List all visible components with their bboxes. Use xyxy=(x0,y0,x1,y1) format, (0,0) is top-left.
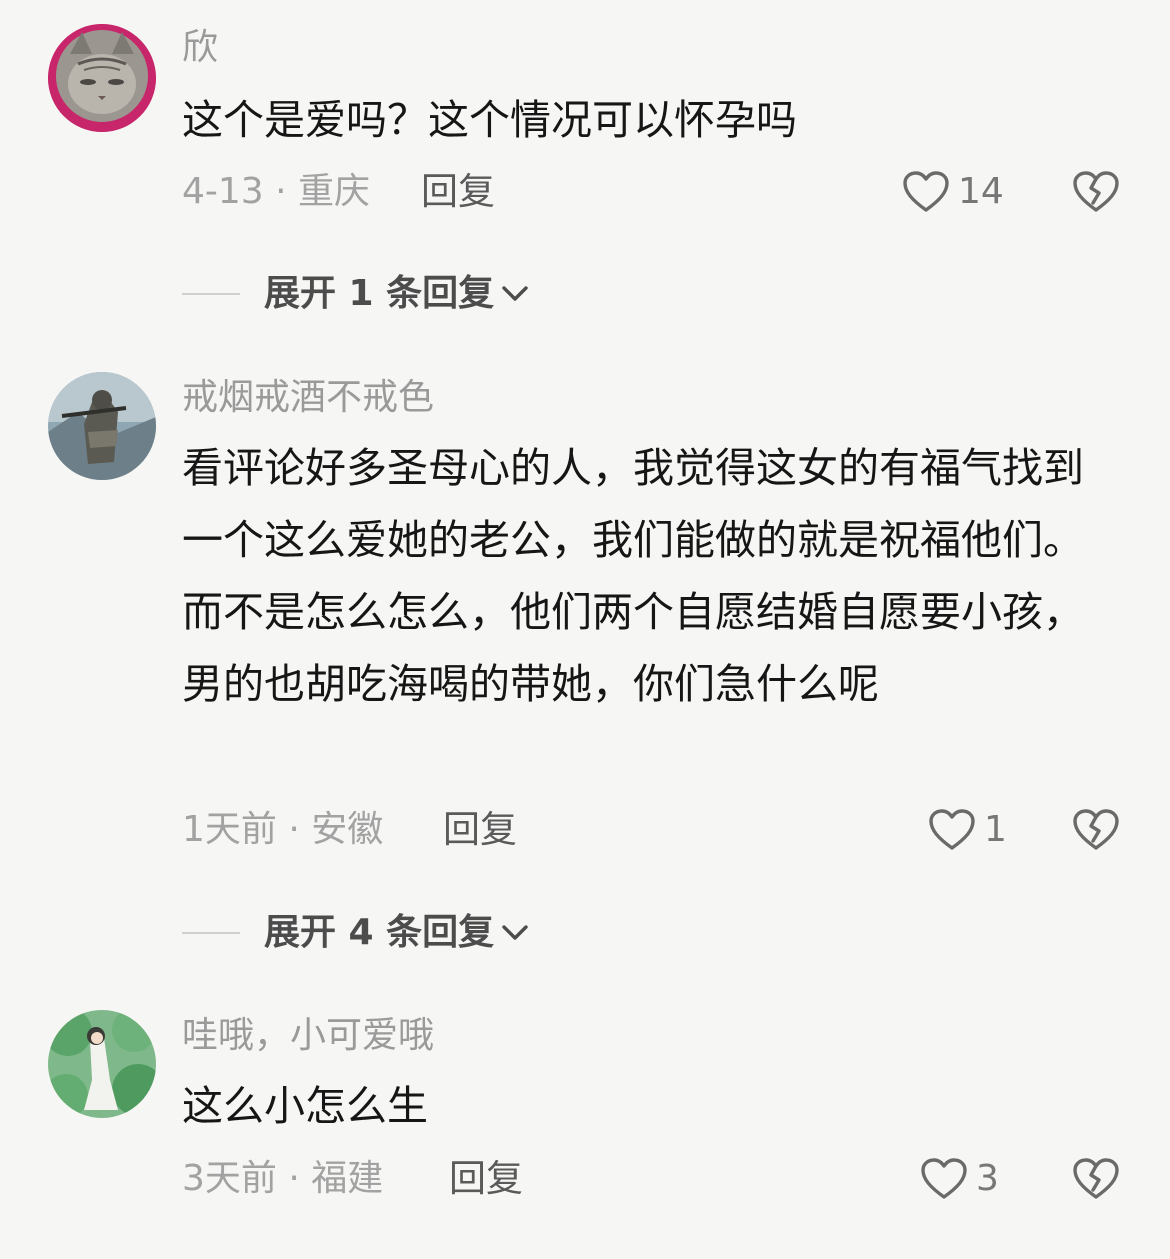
like-button[interactable]: 3 xyxy=(920,1155,999,1203)
divider xyxy=(182,293,240,295)
dislike-button[interactable] xyxy=(1072,1155,1120,1203)
chevron-down-icon xyxy=(502,925,528,940)
comment-meta: 3天前 · 福建 xyxy=(182,1158,384,1199)
broken-heart-icon xyxy=(1073,171,1119,212)
username[interactable]: 欣 xyxy=(182,26,218,70)
expand-replies[interactable]: 展开 4 条回复 xyxy=(182,911,530,955)
dislike-button[interactable] xyxy=(1072,806,1120,854)
like-count: 1 xyxy=(984,809,1007,850)
comment-text: 这个是爱吗？这个情况可以怀孕吗 xyxy=(182,96,797,144)
comment-text: 看评论好多圣母心的人，我觉得这女的有福气找到一个这么爱她的老公，我们能做的就是祝… xyxy=(182,444,1084,708)
like-count: 3 xyxy=(976,1158,999,1199)
reply-button[interactable]: 回复 xyxy=(449,1157,523,1201)
heart-outline-icon xyxy=(921,1158,967,1199)
reply-button[interactable]: 回复 xyxy=(443,808,517,852)
comment-meta: 4-13 · 重庆 xyxy=(182,171,371,212)
chevron-down-icon xyxy=(502,286,528,301)
like-button[interactable]: 1 xyxy=(928,806,1007,854)
divider xyxy=(182,932,240,934)
avatar[interactable] xyxy=(48,1010,156,1118)
username[interactable]: 哇哦，小可爱哦 xyxy=(182,1014,434,1058)
expand-replies-label: 展开 1 条回复 xyxy=(264,273,495,314)
broken-heart-icon xyxy=(1073,809,1119,850)
heart-outline-icon xyxy=(929,809,975,850)
expand-replies-label: 展开 4 条回复 xyxy=(264,912,495,953)
broken-heart-icon xyxy=(1073,1158,1119,1199)
like-count: 14 xyxy=(958,171,1004,212)
expand-replies[interactable]: 展开 1 条回复 xyxy=(182,272,530,316)
username[interactable]: 戒烟戒酒不戒色 xyxy=(182,376,434,420)
comment-text: 这么小怎么生 xyxy=(182,1082,428,1130)
avatar[interactable] xyxy=(48,372,156,480)
avatar[interactable] xyxy=(48,24,156,132)
reply-button[interactable]: 回复 xyxy=(421,170,495,214)
dislike-button[interactable] xyxy=(1072,168,1120,216)
comment-meta: 1天前 · 安徽 xyxy=(182,809,384,850)
like-button[interactable]: 14 xyxy=(902,168,1004,216)
heart-outline-icon xyxy=(903,171,949,212)
